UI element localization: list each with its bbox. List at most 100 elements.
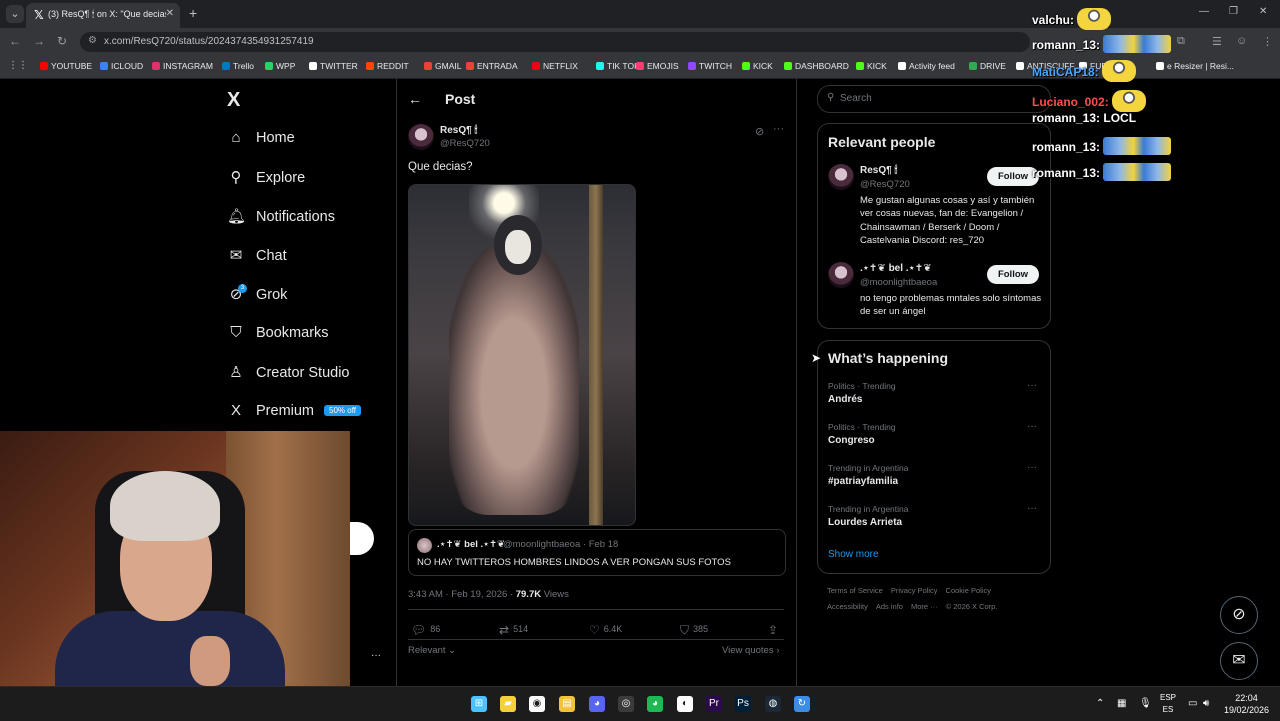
more-options-icon[interactable]: ···	[773, 123, 784, 135]
url-text[interactable]: x.com/ResQ720/status/2024374354931257419	[104, 36, 314, 47]
profile-icon[interactable]: ☺	[1236, 35, 1247, 47]
tweet-image[interactable]	[408, 184, 636, 526]
footer-link[interactable]: Privacy Policy	[891, 586, 938, 595]
reply-button[interactable]: 💬︎ 86	[411, 623, 440, 637]
apps-grid-icon[interactable]: ⋮⋮	[8, 60, 28, 71]
bookmark-item[interactable]: TWITTER	[309, 61, 358, 71]
file-explorer-icon[interactable]: ▤	[559, 696, 575, 712]
steam-icon[interactable]: ◍	[765, 696, 781, 712]
sidebar-item-creator-studio[interactable]: ♙ Creator Studio	[227, 363, 349, 393]
bookmark-item[interactable]: KICK	[742, 61, 773, 71]
footer-link[interactable]: Terms of Service	[827, 586, 883, 595]
sidebar-item-notifications[interactable]: 🔔︎ Notifications	[227, 207, 335, 237]
new-tab-button[interactable]: +	[189, 5, 197, 21]
tab-search-button[interactable]: ⌄	[6, 5, 24, 23]
chrome-icon[interactable]: ◉	[529, 696, 545, 712]
bookmark-item[interactable]: REDDIT	[366, 61, 409, 71]
reload-icon[interactable]: ↻	[57, 34, 67, 48]
author-name[interactable]: ResQ¶ 🕯	[440, 125, 477, 136]
share-button[interactable]: ⇪	[768, 623, 782, 637]
microphone-icon[interactable]: 🎙︎	[1139, 698, 1152, 709]
sidebar-item-bookmarks[interactable]: ⛉ Bookmarks	[227, 324, 328, 354]
back-icon[interactable]: ←	[9, 34, 21, 48]
person-handle[interactable]: @ResQ720	[860, 179, 910, 190]
author-handle[interactable]: @ResQ720	[440, 138, 490, 149]
bookmark-item[interactable]: EMOJIS	[636, 61, 679, 71]
minimize-button[interactable]: —	[1199, 6, 1209, 17]
bookmark-item[interactable]: DRIVE	[969, 61, 1006, 71]
discord-icon[interactable]: ◕	[589, 696, 605, 712]
bookmark-item[interactable]: Trello	[222, 61, 254, 71]
bookmark-item[interactable]: ICLOUD	[100, 61, 143, 71]
repost-button[interactable]: ⇄ 514	[499, 623, 528, 637]
address-bar[interactable]: ⚙ x.com/ResQ720/status/20243743549312574…	[80, 32, 1030, 52]
person-avatar[interactable]	[828, 164, 854, 190]
trend-more-icon[interactable]: ···	[1027, 421, 1037, 432]
obs-icon[interactable]: ◎	[618, 696, 634, 712]
reply-sort-dropdown[interactable]: Relevant ⌄	[408, 645, 456, 656]
system-clock[interactable]: 22:04 19/02/2026	[1224, 692, 1269, 716]
bookmark-item[interactable]: TWITCH	[688, 61, 732, 71]
bookmark-item[interactable]: GMAIL	[424, 61, 461, 71]
show-more-link[interactable]: Show more	[828, 549, 879, 560]
photoshop-icon[interactable]: Ps	[735, 696, 751, 712]
app-icon[interactable]: ↻	[794, 696, 810, 712]
windows-icon[interactable]: ⊞	[471, 696, 487, 712]
bookmark-item[interactable]: TIK TOK	[596, 61, 640, 71]
forward-icon[interactable]: →	[33, 34, 45, 48]
follow-button[interactable]: Follow	[987, 265, 1039, 284]
trend-category[interactable]: Trending in Argentina	[828, 504, 909, 514]
bookmark-item[interactable]: WPP	[265, 61, 295, 71]
like-button[interactable]: ♡ 6.4K	[589, 623, 622, 637]
bookmark-item[interactable]: ENTRADA	[466, 61, 518, 71]
tweet-timestamp[interactable]: 3:43 AM · Feb 19, 2026 ·	[408, 589, 516, 600]
messages-fab-button[interactable]: ✉	[1220, 642, 1258, 680]
footer-link[interactable]: Accessibility	[827, 602, 868, 611]
sticky-notes-icon[interactable]: ▰	[500, 696, 516, 712]
grok-icon[interactable]: ⊘	[755, 125, 764, 138]
trend-category[interactable]: Trending in Argentina	[828, 463, 909, 473]
sidebar-item-home[interactable]: ⌂ Home	[227, 129, 294, 159]
bookmark-item[interactable]: YOUTUBE	[40, 61, 92, 71]
tab-close-icon[interactable]: ✕	[166, 8, 174, 19]
footer-link[interactable]: © 2026 X Corp.	[946, 602, 998, 611]
trend-name[interactable]: Andrés	[828, 394, 862, 405]
x-logo-icon[interactable]: X	[227, 89, 240, 112]
quoted-tweet[interactable]: .⋆✝︎❦ bel .⋆✝︎❦ @moonlightbaeoa · Feb 18…	[408, 529, 786, 576]
sidebar-item-grok[interactable]: ⊘ Grok	[227, 285, 288, 315]
trend-name[interactable]: Congreso	[828, 435, 875, 446]
flag-icon[interactable]: ▦	[1117, 698, 1126, 709]
bookmark-button[interactable]: ⛉ 385	[680, 623, 708, 638]
bookmark-item[interactable]: INSTAGRAM	[152, 61, 213, 71]
spotify-icon[interactable]: ◕	[647, 696, 663, 712]
trend-category[interactable]: Politics · Trending	[828, 422, 896, 432]
person-avatar[interactable]	[828, 262, 854, 288]
github-icon[interactable]: ◐	[677, 696, 693, 712]
footer-link[interactable]: Cookie Policy	[946, 586, 991, 595]
person-name[interactable]: .⋆✝︎❦ bel .⋆✝︎❦	[860, 263, 932, 274]
bookmark-item[interactable]: NETFLIX	[532, 61, 578, 71]
tab-groups-icon[interactable]: ☰	[1212, 35, 1222, 48]
footer-link[interactable]: Ads info	[876, 602, 903, 611]
back-arrow-icon[interactable]: ←	[408, 91, 422, 107]
menu-icon[interactable]: ⋮	[1262, 35, 1273, 48]
bookmark-item[interactable]: KICK	[856, 61, 887, 71]
person-name[interactable]: ResQ¶ 🕯	[860, 165, 897, 176]
tray-expand-icon[interactable]: ⌃	[1096, 698, 1104, 709]
sidebar-item-chat[interactable]: ✉ Chat	[227, 246, 287, 276]
bookmark-item[interactable]: Activity feed	[898, 61, 955, 71]
monitor-icon[interactable]: ▭	[1188, 698, 1197, 709]
site-info-icon[interactable]: ⚙	[88, 35, 97, 46]
extensions-icon[interactable]: ⧉	[1177, 35, 1185, 48]
footer-link[interactable]: More ···	[911, 602, 938, 611]
volume-icon[interactable]: 🔊︎	[1203, 698, 1209, 709]
trend-name[interactable]: #patriayfamilia	[828, 476, 898, 487]
search-box[interactable]: ⚲ Search	[817, 85, 1051, 113]
trend-category[interactable]: Politics · Trending	[828, 381, 896, 391]
view-quotes-link[interactable]: View quotes ›	[722, 645, 779, 656]
author-avatar[interactable]	[408, 124, 434, 150]
bookmark-item[interactable]: DASHBOARD	[784, 61, 849, 71]
person-handle[interactable]: @moonlightbaeoa	[860, 277, 937, 288]
trend-more-icon[interactable]: ···	[1027, 503, 1037, 514]
grok-fab-button[interactable]: ⊘	[1220, 596, 1258, 634]
